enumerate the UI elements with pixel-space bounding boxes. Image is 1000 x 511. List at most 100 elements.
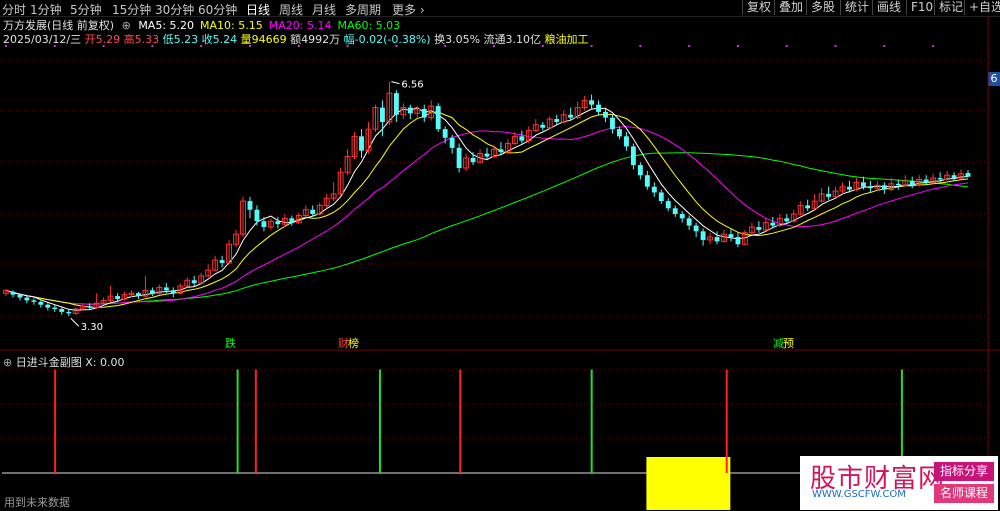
candle-body xyxy=(937,178,943,180)
candle-body xyxy=(693,225,699,232)
signal-dot xyxy=(102,45,105,47)
candle-body xyxy=(45,304,51,308)
candle-body xyxy=(623,136,629,147)
signal-dot xyxy=(200,45,203,47)
candle-body xyxy=(672,208,678,215)
signal-dot xyxy=(395,45,398,47)
candle-body xyxy=(449,137,455,148)
candle-body xyxy=(909,180,915,186)
candle-body xyxy=(310,209,316,215)
annotation-arrow xyxy=(391,81,400,85)
signal-dot xyxy=(883,45,886,47)
candle-body xyxy=(881,185,887,190)
ma60-line xyxy=(5,152,969,305)
signal-dot xyxy=(785,45,788,47)
candle-body xyxy=(589,100,595,105)
signal-dot xyxy=(688,45,691,47)
candle-body xyxy=(644,175,650,187)
candle-body xyxy=(289,218,295,223)
candle-body xyxy=(38,301,44,305)
candle-body xyxy=(735,237,741,245)
watermark-tag-share: 指标分享 xyxy=(934,462,994,481)
watermark-url: WWW.GSCFW.COM xyxy=(812,489,906,500)
annotation-label: 3.30 xyxy=(81,322,103,333)
candle-body xyxy=(442,129,448,138)
candle-body xyxy=(714,237,720,242)
candle-body xyxy=(540,124,546,128)
kline-chart[interactable]: 6.563.30跌财榜减预 xyxy=(0,0,1000,511)
candle-body xyxy=(603,111,608,118)
candle-body xyxy=(149,290,155,294)
candle-body xyxy=(31,300,37,302)
candle-body xyxy=(965,173,971,177)
annotation-label: 6.56 xyxy=(401,80,423,91)
signal-dot xyxy=(932,45,935,47)
candle-body xyxy=(59,309,65,312)
candle-body xyxy=(637,165,643,176)
signal-dot xyxy=(444,45,447,47)
candle-body xyxy=(407,107,413,114)
annotation-arrow xyxy=(70,317,80,327)
candle-body xyxy=(191,280,197,284)
signal-dot xyxy=(346,45,349,47)
signal-dot xyxy=(639,45,642,47)
signal-dot xyxy=(297,45,300,47)
candle-body xyxy=(756,227,762,230)
candle-body xyxy=(52,307,58,310)
candle-body xyxy=(421,109,427,118)
candle-body xyxy=(66,311,72,314)
candle-body xyxy=(456,147,462,168)
signal-label: 跌 xyxy=(225,336,236,350)
signal-dot xyxy=(736,45,739,47)
candle-body xyxy=(261,221,267,227)
candle-body xyxy=(568,114,574,118)
candle-body xyxy=(393,93,399,115)
candle-body xyxy=(24,297,30,301)
candle-body xyxy=(658,192,664,202)
signal-label: 预 xyxy=(783,337,794,350)
candle-body xyxy=(379,107,385,122)
signal-dot xyxy=(834,45,837,47)
candle-body xyxy=(275,221,281,225)
candle-body xyxy=(770,222,776,226)
candle-body xyxy=(554,119,560,122)
candle-body xyxy=(826,193,832,197)
candle-body xyxy=(498,149,504,153)
signal-dot xyxy=(541,45,544,47)
candle-body xyxy=(951,175,957,179)
candle-body xyxy=(359,136,364,151)
candle-body xyxy=(87,306,93,308)
candle-body xyxy=(219,260,225,263)
candle-body xyxy=(665,201,671,209)
signal-dot xyxy=(53,45,56,47)
candle-body xyxy=(700,231,706,240)
signal-dot xyxy=(590,45,593,47)
candle-body xyxy=(136,293,141,297)
candle-body xyxy=(435,106,441,130)
candle-body xyxy=(10,291,16,295)
candle-body xyxy=(805,205,811,209)
signal-dot xyxy=(248,45,251,47)
candle-body xyxy=(115,296,120,299)
candle-body xyxy=(630,146,636,166)
watermark-tag-course: 名师课程 xyxy=(934,484,994,503)
signal-dot xyxy=(151,45,154,47)
indicator-block xyxy=(646,457,731,510)
candle-body xyxy=(610,117,615,130)
signal-dot xyxy=(492,45,495,47)
candle-body xyxy=(163,287,169,291)
ma5-line xyxy=(5,107,969,311)
future-data-note: 用到未来数据 xyxy=(4,496,70,509)
candle-body xyxy=(679,214,685,219)
candle-body xyxy=(847,186,852,190)
candle-body xyxy=(651,186,657,193)
signal-dot xyxy=(5,45,7,47)
candle-body xyxy=(596,104,601,112)
candle-body xyxy=(860,182,866,187)
candle-body xyxy=(923,179,929,183)
candle-body xyxy=(686,218,692,226)
candle-body xyxy=(470,157,476,163)
candle-body xyxy=(617,129,622,137)
candle-body xyxy=(728,234,734,238)
candle-body xyxy=(867,186,873,189)
